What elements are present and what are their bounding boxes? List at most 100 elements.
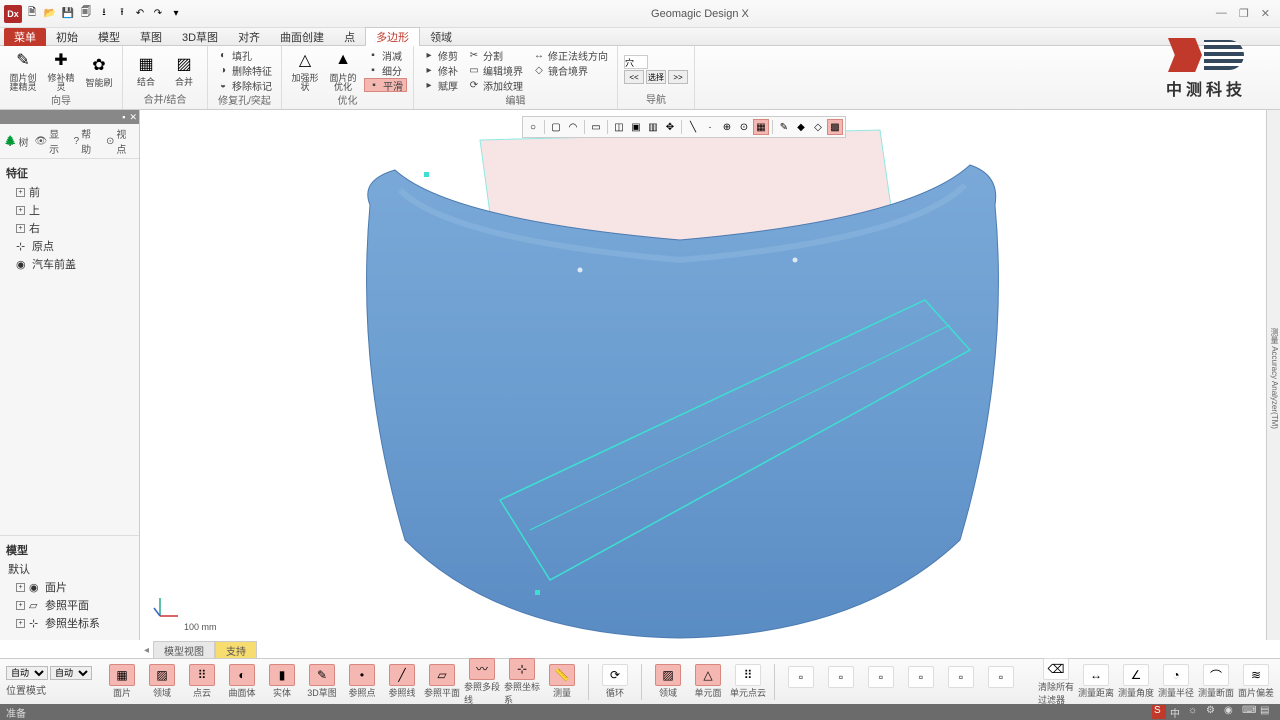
box-select-icon[interactable]: ▢ <box>548 119 564 135</box>
sb-icon-3[interactable]: ◉ <box>1224 705 1238 719</box>
extra-tool-6[interactable]: ▫ <box>983 666 1019 698</box>
nav-input[interactable] <box>624 55 648 69</box>
sb-icon-2[interactable]: ⚙ <box>1206 705 1220 719</box>
filter-region2-button[interactable]: ▨领域 <box>650 664 686 699</box>
ime-icon[interactable]: S <box>1152 705 1166 719</box>
lasso-select-icon[interactable]: ◠ <box>565 119 581 135</box>
edge-icon[interactable]: ╲ <box>685 119 701 135</box>
view-front-icon[interactable]: ▭ <box>588 119 604 135</box>
help-tab[interactable]: ?帮助 <box>74 126 100 156</box>
delete-feature-button[interactable]: ◑删除特征 <box>214 63 275 77</box>
shade-mode-icon[interactable]: ▦ <box>753 119 769 135</box>
select-mode-icon[interactable]: ○ <box>525 119 541 135</box>
extra-tool-3[interactable]: ▫ <box>863 666 899 698</box>
filter-refpoint-button[interactable]: •参照点 <box>344 664 380 699</box>
filter-region-button[interactable]: ▨领域 <box>144 664 180 699</box>
tree-item-top[interactable]: +上 <box>2 201 137 219</box>
expand-icon[interactable]: + <box>16 206 25 215</box>
smart-brush-button[interactable]: ✿智能刷 <box>82 53 116 88</box>
filter-mesh-button[interactable]: ▦面片 <box>104 664 140 699</box>
mesh-wizard-button[interactable]: ✎面片创建精灵 <box>6 48 40 92</box>
decimate-button[interactable]: ▪消减 <box>364 48 407 62</box>
pin-icon[interactable]: ▪ <box>122 112 125 122</box>
expand-icon[interactable]: + <box>16 583 25 592</box>
expand-icon[interactable]: + <box>16 601 25 610</box>
clear-filters-button[interactable]: ⌫清除所有过滤器 <box>1038 658 1074 706</box>
fill-hole-button[interactable]: ◐填孔 <box>214 48 275 62</box>
expand-icon[interactable]: + <box>16 619 25 628</box>
edit-boundary-button[interactable]: ▭编辑境界 <box>465 63 526 77</box>
tab-prev-icon[interactable]: ◂ <box>140 645 153 656</box>
tree-item-mesh2[interactable]: +◉面片 <box>2 578 137 596</box>
sb-icon-5[interactable]: ▤ <box>1260 705 1274 719</box>
tool-d-icon[interactable]: ▩ <box>827 119 843 135</box>
minimize-button[interactable]: — <box>1216 7 1227 20</box>
split-button[interactable]: ✂分割 <box>465 48 526 62</box>
extra-tool-1[interactable]: ▫ <box>783 666 819 698</box>
tab-surface[interactable]: 曲面创建 <box>270 28 334 46</box>
pos-mode-select-1[interactable]: 自动 <box>6 666 48 680</box>
tab-sketch[interactable]: 草图 <box>130 28 172 46</box>
tree-item-right[interactable]: +右 <box>2 219 137 237</box>
fix-normals-button[interactable]: ↔修正法线方向 <box>530 48 611 62</box>
panel-close-icon[interactable]: ✕ <box>129 112 137 123</box>
filter-refcsys-button[interactable]: ⊹参照坐标系 <box>504 658 540 706</box>
filter-face-button[interactable]: △单元面 <box>690 664 726 699</box>
filter-solid-button[interactable]: ▮实体 <box>264 664 300 699</box>
filter-3dsketch-button[interactable]: ✎3D草图 <box>304 664 340 699</box>
menu-tab[interactable]: 菜单 <box>4 28 46 46</box>
tab-point[interactable]: 点 <box>334 28 365 46</box>
tab-polygon[interactable]: 多边形 <box>365 27 420 46</box>
smooth-button[interactable]: ▪平滑 <box>364 78 407 92</box>
filter-refline-button[interactable]: ╱参照线 <box>384 664 420 699</box>
lang-icon[interactable]: 中 <box>1170 705 1184 719</box>
thicken-button[interactable]: ▸赋厚 <box>420 78 461 92</box>
repair-wizard-button[interactable]: ✚修补精灵 <box>44 48 78 92</box>
sb-icon-4[interactable]: ⌨ <box>1242 705 1256 719</box>
display-tab[interactable]: 👁显示 <box>34 126 67 156</box>
measure-angle-button[interactable]: ∠测量角度 <box>1118 664 1154 699</box>
combine-button[interactable]: ▦结合 <box>129 52 163 87</box>
enhance-shape-button[interactable]: △加强形状 <box>288 48 322 92</box>
qat-dropdown-icon[interactable]: ▾ <box>168 6 184 22</box>
undo-icon[interactable]: ↶ <box>132 6 148 22</box>
support-tab[interactable]: 支持 <box>215 641 257 660</box>
filter-refplane-button[interactable]: ▱参照平面 <box>424 664 460 699</box>
tree-item-default[interactable]: 默认 <box>2 560 137 578</box>
nav-next-button[interactable]: >> <box>668 70 688 84</box>
filter-pointcloud-button[interactable]: ⠿点云 <box>184 664 220 699</box>
open-icon[interactable]: 📂 <box>42 6 58 22</box>
import-icon[interactable]: ⭳ <box>96 6 112 22</box>
view-right-icon[interactable]: ▥ <box>645 119 661 135</box>
tree-item-ref-plane[interactable]: +▱参照平面 <box>2 596 137 614</box>
subdivide-button[interactable]: ▪细分 <box>364 63 407 77</box>
tree-item-front[interactable]: +前 <box>2 183 137 201</box>
nav-select-button[interactable]: 选择 <box>646 70 666 84</box>
remove-mark-button[interactable]: ◒移除标记 <box>214 78 275 92</box>
extra-tool-4[interactable]: ▫ <box>903 666 939 698</box>
extra-tool-5[interactable]: ▫ <box>943 666 979 698</box>
viewpoint-tab[interactable]: ⊙视点 <box>106 126 135 156</box>
loop-button[interactable]: ⟳循环 <box>597 664 633 699</box>
wire-icon[interactable]: ⊙ <box>736 119 752 135</box>
save-icon[interactable]: 💾 <box>60 6 76 22</box>
sb-icon-1[interactable]: ☼ <box>1188 705 1202 719</box>
tree-tab[interactable]: 🌲树 <box>4 126 28 156</box>
normal-icon[interactable]: ⊕ <box>719 119 735 135</box>
redo-icon[interactable]: ↷ <box>150 6 166 22</box>
tab-align[interactable]: 对齐 <box>228 28 270 46</box>
view-iso-icon[interactable]: ◫ <box>611 119 627 135</box>
filter-vertex-button[interactable]: ⠿单元点云 <box>730 664 766 699</box>
tab-region[interactable]: 领域 <box>420 28 462 46</box>
filter-measure-button[interactable]: 📏测量 <box>544 664 580 699</box>
tree-item-origin[interactable]: ⊹原点 <box>2 237 137 255</box>
expand-icon[interactable]: + <box>16 224 25 233</box>
new-icon[interactable]: 🗎 <box>24 6 40 22</box>
tree-item-ref-csys[interactable]: +⊹参照坐标系 <box>2 614 137 632</box>
measure-section-button[interactable]: ⌒测量断面 <box>1198 664 1234 699</box>
mesh-deviation-button[interactable]: ≋面片偏差 <box>1238 664 1274 699</box>
export-icon[interactable]: ⭱ <box>114 6 130 22</box>
close-button[interactable]: ✕ <box>1261 7 1270 20</box>
filter-surfacebody-button[interactable]: ◐曲面体 <box>224 664 260 699</box>
maximize-button[interactable]: ❐ <box>1239 7 1249 20</box>
